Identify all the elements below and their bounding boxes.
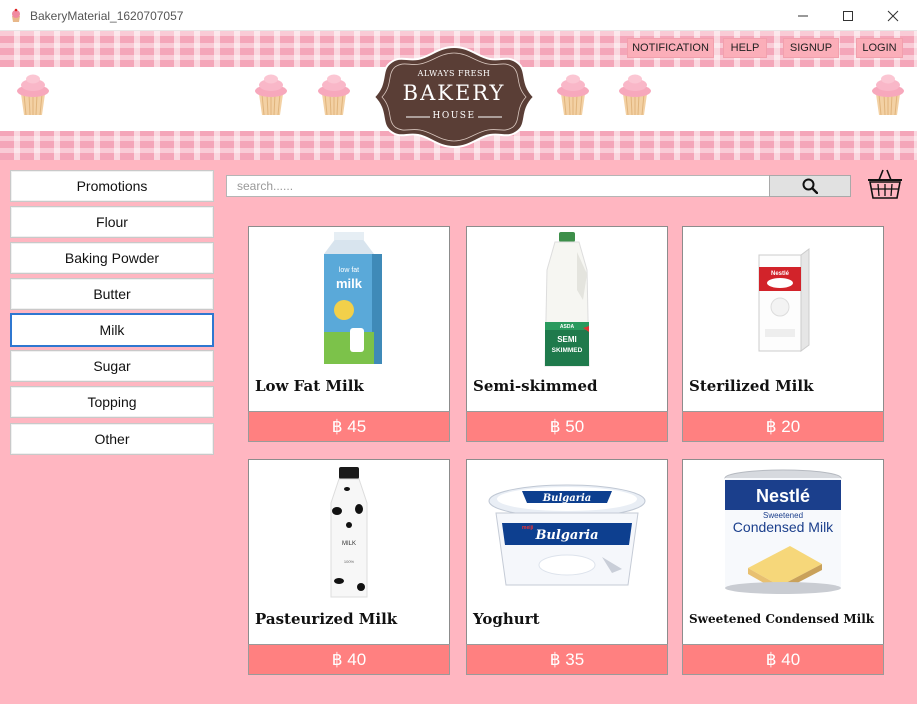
product-name: Sweetened Condensed Milk	[689, 612, 875, 626]
product-image: Bulgaria Bulgaria meiji	[467, 460, 667, 605]
cupcake-icon	[318, 74, 350, 116]
svg-text:Nestlé: Nestlé	[756, 486, 810, 506]
product-price[interactable]: ฿ 35	[466, 644, 668, 675]
close-icon	[887, 10, 899, 21]
svg-text:Bulgaria: Bulgaria	[542, 493, 592, 504]
product-price[interactable]: ฿ 40	[248, 644, 450, 675]
svg-text:Bulgaria: Bulgaria	[534, 528, 598, 543]
product-card-sterilized-milk[interactable]: Nestlé Sterilized Milk ฿ 20	[682, 226, 884, 442]
product-name: Sterilized Milk	[689, 377, 814, 395]
product-card-pasteurized-milk[interactable]: MILK 100% Pasteurized Milk ฿ 40	[248, 459, 450, 675]
svg-text:Nestlé: Nestlé	[771, 271, 790, 277]
sidebar-item-other[interactable]: Other	[10, 423, 214, 455]
product-name: Yoghurt	[473, 610, 540, 628]
product-price[interactable]: ฿ 40	[682, 644, 884, 675]
cupcake-icon	[619, 74, 651, 116]
product-name: Pasteurized Milk	[255, 610, 398, 628]
condensed-milk-can-icon: Nestlé Sweetened Condensed Milk	[724, 469, 842, 594]
bakery-logo: ALWAYS FRESH BAKERY HOUSE	[370, 45, 538, 149]
svg-text:100%: 100%	[344, 559, 355, 564]
svg-text:Condensed Milk: Condensed Milk	[733, 519, 834, 535]
product-image: Nestlé	[683, 227, 883, 372]
milk-jug-icon: ASDA SEMI SKIMMED	[544, 231, 590, 366]
minimize-button[interactable]	[780, 0, 826, 31]
cupcake-icon	[557, 74, 589, 116]
sidebar-item-baking-powder[interactable]: Baking Powder	[10, 242, 214, 274]
signup-button[interactable]: SIGNUP	[783, 38, 839, 58]
svg-text:ASDA: ASDA	[560, 324, 575, 330]
product-image: ASDA SEMI SKIMMED	[467, 227, 667, 372]
product-card-sweetened-condensed-milk[interactable]: Nestlé Sweetened Condensed Milk Sweetene…	[682, 459, 884, 675]
svg-text:MILK: MILK	[342, 541, 356, 547]
svg-text:milk: milk	[336, 276, 363, 291]
help-button[interactable]: HELP	[723, 38, 767, 58]
maximize-icon	[843, 10, 853, 21]
sidebar-item-butter[interactable]: Butter	[10, 278, 214, 310]
milk-bottle-icon: MILK 100%	[330, 466, 368, 597]
milk-box-icon: Nestlé	[758, 247, 810, 352]
header-banner: ALWAYS FRESH BAKERY HOUSE NOTIFICATION H…	[0, 31, 917, 160]
product-name: Low Fat Milk	[255, 377, 364, 395]
search-icon	[802, 178, 818, 194]
logo-top-text: ALWAYS FRESH	[417, 69, 491, 78]
product-image: low fat milk	[249, 227, 449, 372]
product-card-semi-skimmed[interactable]: ASDA SEMI SKIMMED Semi-skimmed ฿ 50	[466, 226, 668, 442]
sidebar-item-topping[interactable]: Topping	[10, 386, 214, 418]
login-button[interactable]: LOGIN	[856, 38, 903, 58]
product-price[interactable]: ฿ 20	[682, 411, 884, 442]
product-price[interactable]: ฿ 50	[466, 411, 668, 442]
app-cupcake-icon	[12, 8, 20, 22]
window-titlebar: BakeryMaterial_1620707057	[0, 0, 917, 31]
search-input[interactable]: search......	[226, 175, 771, 197]
product-card-yoghurt[interactable]: Bulgaria Bulgaria meiji Yoghurt ฿ 35	[466, 459, 668, 675]
product-name: Semi-skimmed	[473, 377, 598, 395]
search-button[interactable]	[769, 175, 851, 197]
window-title: BakeryMaterial_1620707057	[30, 9, 184, 23]
sidebar-item-sugar[interactable]: Sugar	[10, 350, 214, 382]
product-card-low-fat-milk[interactable]: low fat milk Low Fat Milk ฿ 45	[248, 226, 450, 442]
notification-button[interactable]: NOTIFICATION	[627, 38, 714, 58]
product-image: Nestlé Sweetened Condensed Milk	[683, 460, 883, 605]
cupcake-icon	[255, 74, 287, 116]
svg-text:SKIMMED: SKIMMED	[552, 347, 583, 354]
svg-text:SEMI: SEMI	[557, 335, 577, 344]
cupcake-icon	[17, 74, 49, 116]
minimize-icon	[798, 15, 808, 16]
svg-text:meiji: meiji	[522, 525, 534, 531]
sidebar-item-promotions[interactable]: Promotions	[10, 170, 214, 202]
sidebar-item-milk[interactable]: Milk	[10, 313, 214, 347]
yoghurt-tub-icon: Bulgaria Bulgaria meiji	[488, 484, 646, 585]
logo-main-text: BAKERY	[402, 81, 506, 105]
maximize-button[interactable]	[825, 0, 871, 31]
shopping-basket-icon[interactable]	[867, 168, 903, 200]
close-button[interactable]	[870, 0, 916, 31]
cupcake-icon	[872, 74, 904, 116]
product-price[interactable]: ฿ 45	[248, 411, 450, 442]
svg-text:low fat: low fat	[339, 267, 359, 274]
milk-carton-icon: low fat milk	[324, 232, 382, 364]
logo-bottom-text: HOUSE	[432, 111, 476, 121]
sidebar-item-flour[interactable]: Flour	[10, 206, 214, 238]
product-image: MILK 100%	[249, 460, 449, 605]
